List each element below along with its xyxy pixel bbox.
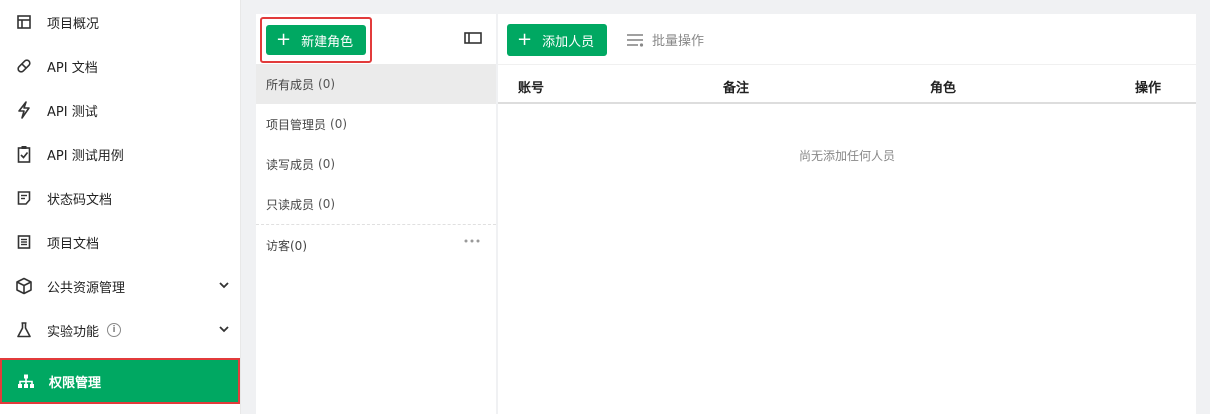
column-remark: 备注 <box>723 81 750 96</box>
sidebar-toggle-icon[interactable] <box>464 32 482 44</box>
sidebar-item-label: 状态码文档 <box>47 192 113 208</box>
sidebar-item-label: 实验功能 <box>47 324 100 340</box>
role-label: 只读成员 <box>266 197 315 212</box>
sidebar-item-public-resources[interactable]: 公共资源管理 <box>0 264 240 308</box>
column-role: 角色 <box>930 81 957 96</box>
members-panel: + 添加人员 批量操作 账号 备注 角色 操作 尚无添加任何人员 <box>498 14 1196 414</box>
info-icon[interactable]: i <box>107 323 122 337</box>
role-item-read-write[interactable]: 读写成员 (0) <box>256 144 496 184</box>
column-account: 账号 <box>518 81 545 96</box>
sidebar-item-project-docs[interactable]: 项目文档 <box>0 220 240 264</box>
role-item-read-only[interactable]: 只读成员 (0) <box>256 184 496 224</box>
flask-icon <box>15 321 33 339</box>
sidebar-item-label: API 测试 <box>47 104 98 120</box>
role-label: 项目管理员 <box>266 117 327 132</box>
sidebar-item-label: 权限管理 <box>49 375 102 391</box>
role-item-project-admin[interactable]: 项目管理员 (0) <box>256 104 496 144</box>
sidebar-item-api-docs[interactable]: API 文档 <box>0 44 240 88</box>
role-label: 读写成员 <box>266 157 315 172</box>
batch-operation-label: 批量操作 <box>652 34 705 49</box>
role-item-guest[interactable]: 访客(0) <box>256 225 496 265</box>
clipboard-check-icon <box>15 145 33 163</box>
role-count: (0) <box>330 117 348 131</box>
sidebar-item-label: API 文档 <box>47 60 98 76</box>
org-chart-icon <box>17 372 35 390</box>
role-label: 访客(0) <box>266 238 307 253</box>
list-document-icon <box>15 233 33 251</box>
role-item-all-members[interactable]: 所有成员 (0) <box>256 64 496 104</box>
sidebar-item-overview[interactable]: 项目概况 <box>0 0 240 44</box>
new-role-highlight: + 新建角色 <box>260 17 372 63</box>
cube-icon <box>15 277 33 295</box>
sidebar-item-label: API 测试用例 <box>47 148 124 164</box>
link-icon <box>15 57 33 75</box>
column-action: 操作 <box>1135 81 1162 96</box>
lightning-icon <box>15 101 33 119</box>
sidebar-item-api-test[interactable]: API 测试 <box>0 88 240 132</box>
role-count: (0) <box>318 157 336 171</box>
batch-list-icon <box>627 33 644 47</box>
role-count: (0) <box>318 77 336 91</box>
sidebar-item-permissions[interactable]: 权限管理 <box>0 358 240 404</box>
plus-icon: + <box>517 29 533 50</box>
empty-state-text: 尚无添加任何人员 <box>798 149 895 163</box>
batch-operation-button[interactable]: 批量操作 <box>626 30 704 49</box>
add-member-label: 添加人员 <box>542 34 595 50</box>
more-icon[interactable] <box>464 239 480 243</box>
sidebar-item-label: 项目概况 <box>47 16 100 32</box>
plus-icon: + <box>276 29 292 50</box>
chevron-down-icon[interactable] <box>218 279 230 291</box>
new-role-button[interactable]: + 新建角色 <box>266 25 366 55</box>
role-label: 所有成员 <box>266 77 315 92</box>
role-count: (0) <box>318 197 336 211</box>
document-icon <box>15 189 33 207</box>
sidebar-item-experimental[interactable]: 实验功能 i <box>0 308 240 352</box>
overview-icon <box>15 13 33 31</box>
sidebar-item-label: 项目文档 <box>47 236 100 252</box>
sidebar-item-status-codes[interactable]: 状态码文档 <box>0 176 240 220</box>
sidebar: 项目概况 API 文档 API 测试 API 测试用例 状态码文档 项目文档 公… <box>0 0 241 414</box>
members-table-header: 账号 备注 角色 操作 <box>498 64 1196 104</box>
chevron-down-icon[interactable] <box>218 323 230 335</box>
sidebar-item-api-test-cases[interactable]: API 测试用例 <box>0 132 240 176</box>
add-member-button[interactable]: + 添加人员 <box>507 24 607 56</box>
roles-panel: + 新建角色 所有成员 (0) 项目管理员 (0) 读写成员 (0) 只读成员 … <box>256 14 496 414</box>
new-role-label: 新建角色 <box>301 34 354 50</box>
sidebar-item-label: 公共资源管理 <box>47 280 126 296</box>
